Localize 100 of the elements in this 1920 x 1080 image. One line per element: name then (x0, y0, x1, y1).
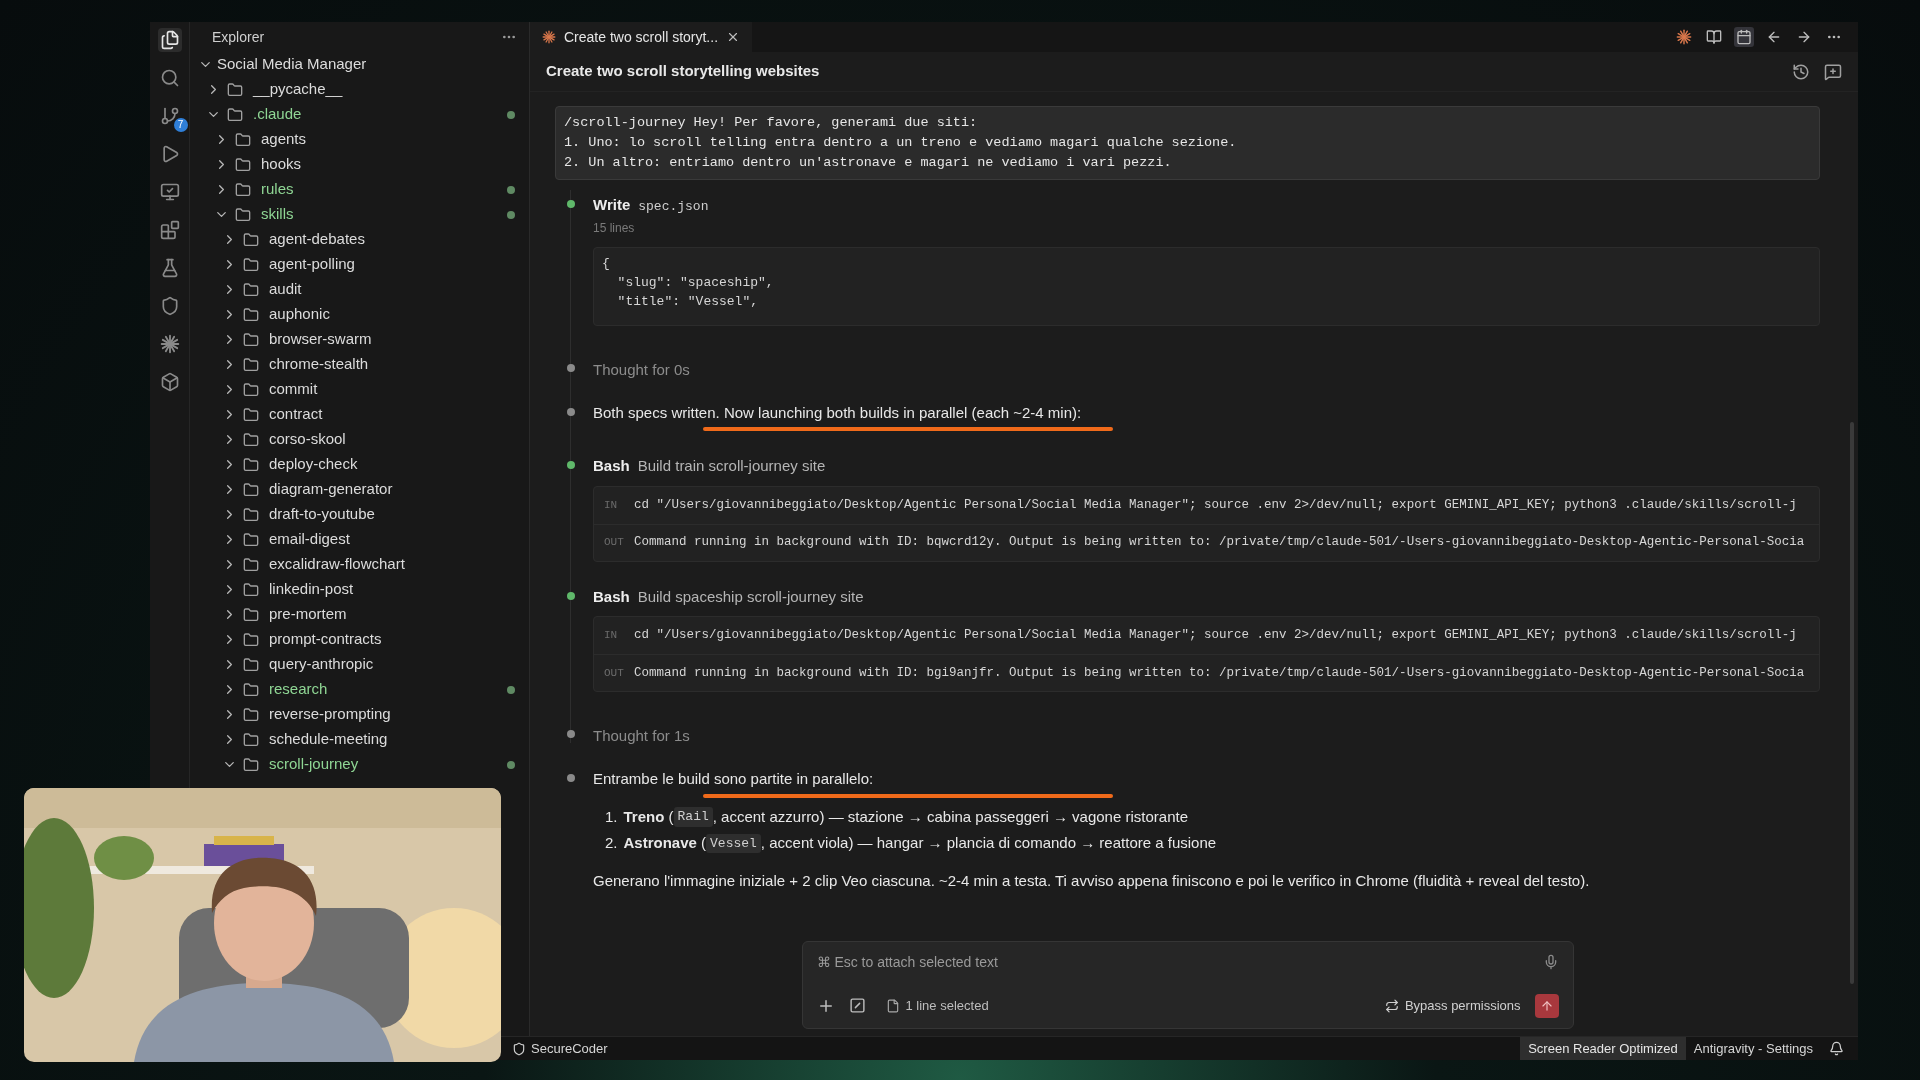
send-button[interactable] (1534, 993, 1559, 1018)
folder-icon (243, 656, 259, 673)
folder-icon (243, 506, 259, 523)
folder-name[interactable]: audit (269, 278, 302, 301)
folder-icon (243, 756, 259, 773)
folder-icon (243, 281, 259, 298)
inline-code: Vessel (706, 833, 761, 853)
bell-icon[interactable] (1829, 1041, 1844, 1056)
status-item[interactable]: Screen Reader Optimized (1520, 1037, 1686, 1060)
starburst-icon[interactable] (1674, 27, 1694, 47)
permissions-button[interactable]: Bypass permissions (1384, 995, 1521, 1016)
prompt-line: /scroll-journey Hey! Per favore, generami due siti: (564, 114, 978, 132)
thought-label[interactable]: Thought for 0s (593, 360, 690, 378)
history-icon[interactable] (1792, 62, 1810, 81)
folder-icon (227, 106, 243, 123)
folder-icon (235, 206, 251, 223)
file-icon (885, 998, 900, 1013)
folder-name[interactable]: excalidraw-flowchart (269, 553, 405, 576)
selection-label: 1 line selected (905, 996, 989, 1015)
command-text: cd "/Users/giovannibeggiato/Desktop/Agentic Personal/Social Media Manager"; source .env 2>/dev/null; export GEMINI_API_KEY; python3 .claude/skills/scroll-j (634, 496, 1797, 514)
folder-icon (243, 231, 259, 248)
code-line: { (602, 254, 610, 273)
tool-description: Build train scroll-journey site (637, 456, 826, 476)
folder-name[interactable]: agents (261, 128, 307, 151)
calendar-icon[interactable] (1734, 27, 1754, 47)
files-icon[interactable] (157, 28, 182, 52)
command-text: Command running in background with ID: bqwcrd12y. Output is being written to: /private/tmp/claude-501/-Users-giovannibeggiato-Desktop-Agentic-Personal-Socia (634, 534, 1805, 552)
folder-icon (243, 431, 259, 448)
folder-icon (243, 731, 259, 748)
folder-name[interactable]: scroll-journey (269, 753, 359, 776)
status-item[interactable]: SecureCoder (531, 1038, 608, 1059)
folder-name[interactable]: auphonic (269, 303, 330, 326)
folder-name[interactable]: deploy-check (269, 453, 358, 476)
folder-name[interactable]: pre-mortem (269, 603, 347, 626)
folder-icon (243, 531, 259, 548)
editor-tab[interactable]: Create two scroll storyt... (530, 22, 753, 52)
io-label: OUT (604, 665, 625, 681)
slash-command-icon[interactable] (848, 997, 866, 1014)
folder-name[interactable]: rules (261, 178, 294, 201)
folder-name[interactable]: skills (261, 203, 294, 226)
tool-description: Build spaceship scroll-journey site (637, 586, 864, 607)
folder-icon (227, 81, 243, 98)
folder-icon (243, 456, 259, 473)
folder-name[interactable]: chrome-stealth (269, 353, 369, 376)
folder-icon (243, 331, 259, 348)
starburst-icon (542, 30, 556, 44)
file-name[interactable]: spec.json (638, 197, 709, 217)
folder-icon (243, 706, 259, 723)
folder-name[interactable]: .claude (253, 103, 302, 126)
tool-name: Bash (593, 456, 630, 476)
folder-icon (243, 381, 259, 398)
folder-icon (235, 131, 251, 148)
folder-name[interactable]: commit (269, 378, 318, 401)
new-chat-icon[interactable] (1824, 62, 1842, 81)
folder-name[interactable]: agent-polling (269, 253, 355, 276)
io-label: OUT (604, 535, 625, 551)
workspace-name[interactable]: Social Media Manager (217, 53, 367, 76)
folder-icon (243, 481, 259, 498)
folder-name[interactable]: corso-skool (269, 428, 346, 451)
thought-label[interactable]: Thought for 1s (593, 727, 690, 744)
message-text: Entrambe le build sono partite in parallelo: (593, 769, 874, 789)
chat-title: Create two scroll storytelling websites (546, 61, 820, 82)
count-badge: 7 (173, 118, 188, 132)
status-item[interactable]: Antigravity - Settings (1685, 1037, 1821, 1060)
folder-name[interactable]: hooks (261, 153, 302, 176)
list-item: 2. Astronave ( Vessel , accent viola) — hangar → plancia di comando → reattore a fusione (605, 832, 1218, 855)
folder-name[interactable]: prompt-contracts (269, 628, 382, 651)
arrow-up-icon (1539, 998, 1554, 1013)
message-input[interactable]: ⌘ Esc to attach selected text (816, 951, 1543, 973)
folder-icon (235, 156, 251, 173)
folder-icon (243, 306, 259, 323)
command-text: Command running in background with ID: bgi9anjfr. Output is being written to: /private/tmp/claude-501/-Users-giovannibeggiato-Desktop-Agentic-Personal-Socia (634, 664, 1805, 682)
folder-icon (243, 406, 259, 423)
code-line: "title": "Vessel", (616, 292, 759, 311)
folder-name[interactable]: schedule-meeting (269, 728, 388, 751)
panel-title: Explorer (212, 27, 265, 47)
io-label: IN (604, 497, 619, 513)
folder-name[interactable]: browser-swarm (269, 328, 372, 351)
folder-name[interactable]: email-digest (269, 528, 350, 551)
message-text: Generano l'immagine iniziale + 2 clip Veo ciascuna. ~2-4 min a testa. Ti avviso appena finiscono e poi le verifico in Chrome (fluidità + reveal del testo). (593, 871, 1590, 889)
prompt-line: 2. Un altro: entriamo dentro un'astronave e magari ne vediamo i vari pezzi. (564, 154, 1172, 172)
tool-name: Bash (593, 586, 630, 607)
folder-name[interactable]: linkedin-post (269, 578, 354, 601)
folder-name[interactable]: agent-debates (269, 228, 365, 251)
folder-name[interactable]: contract (269, 403, 323, 426)
folder-name[interactable]: reverse-prompting (269, 703, 391, 726)
folder-name[interactable]: __pycache__ (253, 78, 343, 101)
prompt-line: 1. Uno: lo scroll telling entra dentro a un treno e vediamo magari qualche sezione. (564, 134, 1237, 152)
folder-name[interactable]: draft-to-youtube (269, 503, 375, 526)
tool-name: Write (593, 195, 631, 215)
folder-name[interactable]: diagram-generator (269, 478, 393, 501)
folder-icon (243, 681, 259, 698)
shield-icon (512, 1041, 526, 1056)
command-text: cd "/Users/giovannibeggiato/Desktop/Agentic Personal/Social Media Manager"; source .env 2>/dev/null; export GEMINI_API_KEY; python3 .claude/skills/scroll-j (634, 627, 1797, 645)
message-text: Both specs written. Now launching both builds in parallel (each ~2-4 min): (593, 402, 1082, 423)
folder-icon (243, 631, 259, 648)
code-line: "slug": "spaceship", (616, 273, 774, 292)
folder-name[interactable]: query-anthropic (269, 653, 374, 676)
line-count: 15 lines (593, 219, 636, 237)
folder-name[interactable]: research (269, 678, 328, 701)
